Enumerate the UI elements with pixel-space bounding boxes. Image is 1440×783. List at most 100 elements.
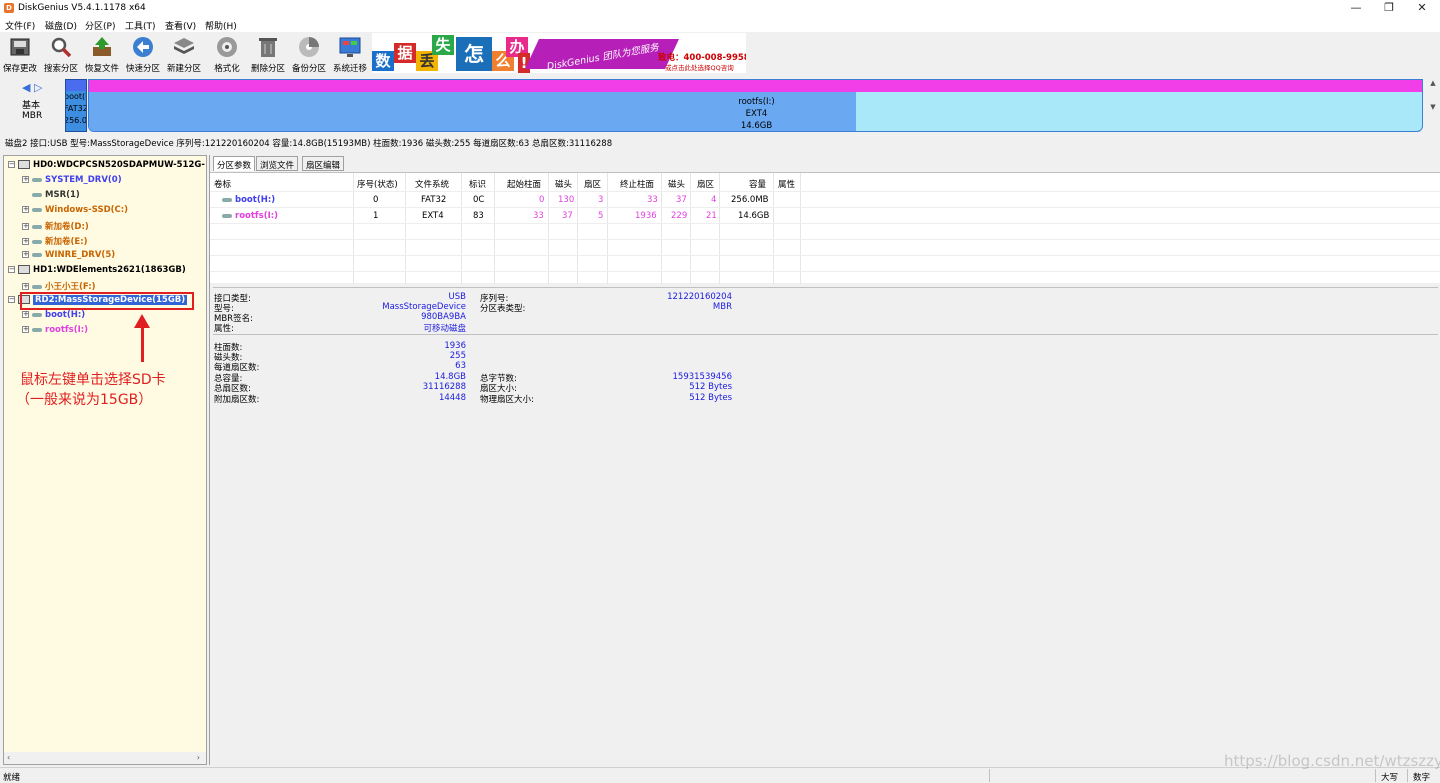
col-header-end-head[interactable]: 磁头 [668,178,685,190]
detail-value: 512 Bytes [689,393,732,403]
tree-partition[interactable]: + WINRE_DRV(5) [22,250,115,260]
col-header-end-cyl[interactable]: 终止柱面 [620,178,654,190]
partition-boot-name: boot(H: [65,92,86,101]
tab-partition-params[interactable]: 分区参数 [213,156,256,171]
banner-tile: 数 [372,51,394,71]
detail-value: MBR [712,302,732,312]
tree-partition[interactable]: + boot(H:) [22,310,85,320]
cell-end-cyl: 1936 [635,211,657,221]
partition-boot-size: 256.0M [65,116,87,125]
col-header-start-cyl[interactable]: 起始柱面 [507,178,541,190]
table-row[interactable]: boot(H:) [222,195,275,205]
expand-icon[interactable]: + [22,326,29,333]
cell-capacity: 256.0MB [731,195,769,205]
menu-help[interactable]: 帮助(H) [205,19,237,32]
col-header-end-sector[interactable]: 扇区 [697,178,714,190]
expand-icon[interactable]: + [22,251,29,258]
annotation-line-1: 鼠标左键单击选择SD卡 [20,372,166,388]
collapse-icon[interactable]: − [8,296,15,303]
detail-label: 属性: [214,324,234,334]
maximize-button[interactable]: ❐ [1374,0,1404,17]
expand-icon[interactable]: + [22,311,29,318]
save-changes-button[interactable]: 保存更改 [0,34,40,74]
collapse-icon[interactable]: − [8,266,15,273]
cell-end-cyl: 33 [647,195,658,205]
tab-sector-edit[interactable]: 扇区编辑 [302,156,345,171]
col-header-sector[interactable]: 扇区 [584,178,601,190]
partition-boot-fs: FAT32 [65,104,87,113]
partition-icon [32,224,42,229]
expand-icon[interactable]: + [22,283,29,290]
tree-partition[interactable]: + 新加卷(D:) [22,220,89,232]
col-header-label[interactable]: 卷标 [214,178,231,190]
partition-rootfs-size: 14.6GB [740,121,773,131]
expand-icon[interactable]: + [22,238,29,245]
caps-indicator: 大写 [1381,773,1399,783]
format-icon [217,37,237,57]
tree-partition[interactable]: MSR(1) [22,190,80,200]
partition-table: 卷标 序号(状态) 文件系统 标识 起始柱面 磁头 扇区 终止柱面 磁头 扇区 … [210,172,1440,284]
tree-scrollbar[interactable]: ‹ › [4,752,206,764]
menu-disk[interactable]: 磁盘(D) [45,19,77,32]
col-header-fs[interactable]: 文件系统 [415,178,449,190]
partition-block-rootfs[interactable]: rootfs(I:) EXT4 14.6GB [88,79,1423,132]
search-partition-button[interactable]: 搜索分区 [41,34,81,74]
minimize-button[interactable]: — [1341,0,1371,17]
cell-fs: EXT4 [422,211,444,221]
menu-view[interactable]: 查看(V) [165,19,196,32]
col-header-head[interactable]: 磁头 [555,178,572,190]
menu-file[interactable]: 文件(F) [5,19,35,32]
col-header-capacity[interactable]: 容量 [749,178,766,190]
detail-value: USB [448,292,466,302]
disk-type: 基本 [22,101,41,111]
disk-icon [18,265,30,274]
tree-partition[interactable]: + 新加卷(E:) [22,235,87,247]
banner-qq-link[interactable]: 或点击此处选择QQ咨询 [665,62,734,72]
detail-label: 分区表类型: [480,304,526,314]
cell-sector: 5 [598,211,604,221]
partition-block-boot[interactable]: boot(H: FAT32 256.0M [65,79,87,132]
system-migration-button[interactable]: 系统迁移 [330,34,370,74]
disk-info-line: 磁盘2 接口:USB 型号:MassStorageDevice 序列号:1212… [5,139,613,149]
format-button[interactable]: 格式化 [207,34,247,74]
menu-partition[interactable]: 分区(P) [85,19,115,32]
tree-disk-hd0[interactable]: − HD0:WDCPCSN520SDAPMUW-512G- [8,160,205,170]
quick-partition-button[interactable]: 快速分区 [123,34,163,74]
annotation-line-2: （一般来说为15GB） [16,392,153,408]
recover-files-button[interactable]: 恢复文件 [82,34,122,74]
detail-value: 1936 [444,341,466,351]
diskmap-scrollbar[interactable]: ▲ ▼ [1426,79,1440,132]
app-logo-icon: D [4,3,14,13]
title-bar: D DiskGenius V5.4.1.1178 x64 — ❐ ✕ [0,0,1440,17]
expand-icon[interactable]: + [22,223,29,230]
table-row[interactable]: rootfs(I:) [222,211,278,221]
tree-partition[interactable]: + Windows-SSD(C:) [22,205,128,215]
banner-tile: 据 [394,43,416,63]
col-header-attr[interactable]: 属性 [778,178,795,190]
disk-nav-arrows[interactable]: ◀ ▷ [22,81,42,94]
expand-icon[interactable]: + [22,206,29,213]
new-partition-icon [174,38,194,54]
backup-partition-button[interactable]: 备份分区 [289,34,329,74]
expand-icon[interactable]: + [22,176,29,183]
new-partition-button[interactable]: 新建分区 [164,34,204,74]
col-header-index[interactable]: 序号(状态) [357,178,398,190]
tree-partition[interactable]: + 小王小王(F:) [22,280,96,292]
tree-partition[interactable]: + SYSTEM_DRV(0) [22,175,122,185]
cell-sector: 3 [598,195,604,205]
tree-partition[interactable]: + rootfs(I:) [22,325,88,335]
disk-icon [18,160,30,169]
cell-capacity: 14.6GB [738,211,770,221]
collapse-icon[interactable]: − [8,161,15,168]
status-text: 就绪 [3,773,21,783]
close-button[interactable]: ✕ [1407,0,1437,17]
partition-rootfs-fs: EXT4 [745,109,768,119]
partition-icon [32,327,42,332]
col-header-id[interactable]: 标识 [469,178,486,190]
menu-tools[interactable]: 工具(T) [125,19,156,32]
cell-end-sector: 21 [706,211,717,221]
delete-partition-button[interactable]: 删除分区 [248,34,288,74]
ad-banner[interactable]: 数 据 丢 失 怎 么 办 ! DiskGenius 团队为您服务 致电：400… [372,33,746,73]
tab-browse-files[interactable]: 浏览文件 [256,156,299,171]
tree-disk-hd1[interactable]: − HD1:WDElements2621(1863GB) [8,265,186,275]
